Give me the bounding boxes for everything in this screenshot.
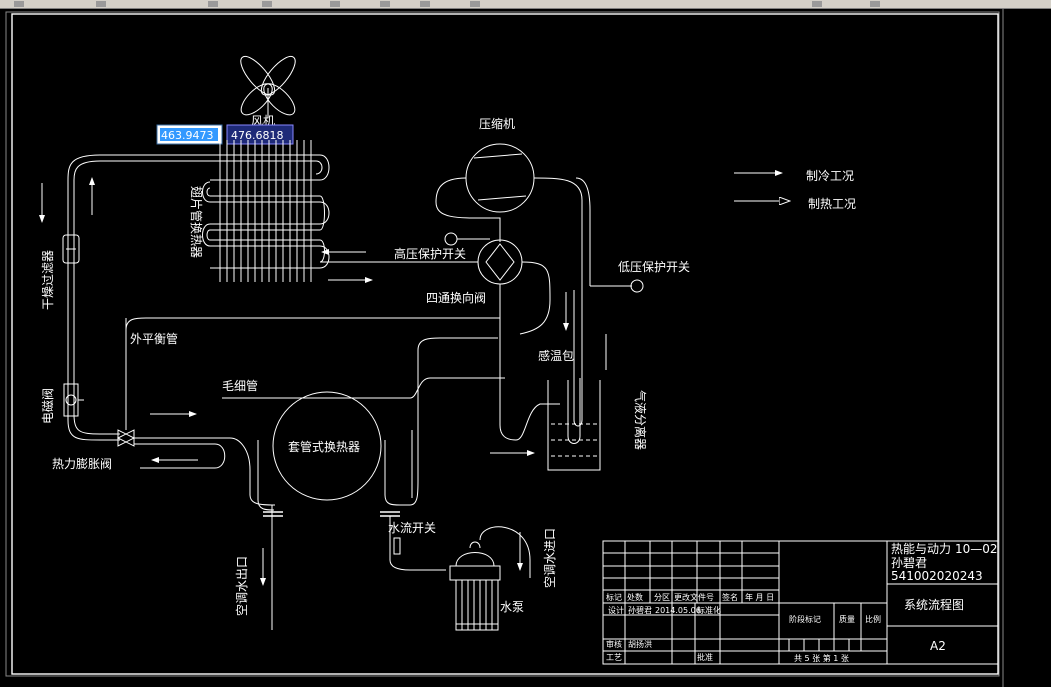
- water-inlet-label: 空调水进口: [543, 528, 557, 588]
- designer-label: 设计: [608, 605, 624, 615]
- toolbar-button[interactable]: [420, 1, 430, 7]
- external-balance-pipe: [125, 317, 500, 331]
- sheet-size: A2: [930, 639, 946, 653]
- toolbar-button[interactable]: [262, 1, 272, 7]
- liquid-line-inner: [73, 160, 120, 435]
- solenoid-valve-label: 电磁阀: [40, 388, 55, 424]
- toolbar-button[interactable]: [14, 1, 24, 7]
- water-outlet-label: 空调水出口: [235, 556, 249, 616]
- low-pressure-switch-icon: [630, 279, 644, 293]
- capillary-tube: [134, 437, 276, 506]
- designer-name: 孙碧君: [628, 605, 652, 615]
- high-pressure-switch-label: 高压保护开关: [394, 246, 466, 261]
- water-pump-label: 水泵: [500, 600, 524, 614]
- coord-x-input[interactable]: 463.9473: [156, 124, 223, 145]
- high-pressure-switch-icon: [444, 232, 458, 246]
- toolbar-button[interactable]: [812, 1, 822, 7]
- weight-label: 质量: [839, 614, 855, 624]
- gas-liquid-separator-label: 气液分离器: [633, 390, 648, 450]
- toolbar-button[interactable]: [870, 1, 880, 7]
- scale-label: 比例: [865, 614, 881, 624]
- review-label: 审核: [606, 639, 622, 649]
- fan-icon: [240, 55, 296, 118]
- expansion-valve-label: 热力膨胀阀: [52, 457, 112, 471]
- water-flow-switch-label: 水流开关: [388, 521, 436, 535]
- low-pressure-switch-label: 低压保护开关: [618, 260, 690, 274]
- compressor-icon: [465, 143, 535, 213]
- school-label: 热能与动力: [891, 542, 951, 556]
- tube-hx-label: 套管式换热器: [288, 439, 360, 454]
- rev-header-zone: 分区: [654, 593, 670, 602]
- rev-header-sign: 签名: [722, 592, 738, 602]
- class-label: 10—02: [955, 542, 998, 556]
- student-name: 孙碧君: [891, 556, 927, 570]
- compressor-label: 压缩机: [479, 116, 515, 131]
- liquid-line: [67, 154, 120, 441]
- finned-hx-label: 翅片管换热器: [189, 186, 204, 258]
- four-way-valve-icon: [477, 239, 523, 285]
- flow-switch-icon: [393, 537, 401, 555]
- rev-header-date: 年 月 日: [745, 592, 774, 602]
- rev-header-count: 处数: [627, 592, 643, 602]
- drawing-title: 系统流程图: [904, 597, 964, 612]
- capillary-label: 毛细管: [222, 378, 258, 393]
- sheets-info: 共 5 张 第 1 张: [794, 653, 849, 663]
- drawing-canvas[interactable]: 风机 463.9473 476.6818 翅片管换热器 干燥过滤器 电磁阀 热力…: [0, 8, 1051, 687]
- rev-header-mark: 标记: [606, 592, 622, 602]
- approve-label: 批准: [697, 652, 713, 662]
- finned-tube-heat-exchanger: [100, 140, 330, 282]
- coord-x-value: 463.9473: [161, 129, 214, 142]
- standardize-label: 标准化: [697, 605, 721, 615]
- water-pump-icon: [449, 526, 531, 631]
- four-way-valve-label: 四通换向阀: [426, 290, 486, 305]
- toolbar-button[interactable]: [96, 1, 106, 7]
- legend-heating-label: 制热工况: [808, 197, 856, 211]
- design-date: 2014.05.06: [655, 606, 701, 615]
- external-balance-pipe-label: 外平衡管: [130, 331, 178, 346]
- toolbar-button[interactable]: [330, 1, 340, 7]
- stage-mark-label: 阶段标记: [789, 614, 821, 624]
- student-id: 541002020243: [891, 569, 983, 583]
- toolbar-button[interactable]: [470, 1, 480, 7]
- toolbar-button[interactable]: [380, 1, 390, 7]
- process-label: 工艺: [606, 653, 622, 662]
- reviewer-name: 胡扬洪: [628, 639, 652, 649]
- rev-header-doc: 更改文件号: [674, 592, 714, 602]
- toolbar-button[interactable]: [208, 1, 218, 7]
- dryer-filter-label: 干燥过滤器: [41, 250, 55, 310]
- sensing-bulb-label: 感温包: [538, 348, 574, 363]
- legend-cooling-label: 制冷工况: [806, 169, 854, 183]
